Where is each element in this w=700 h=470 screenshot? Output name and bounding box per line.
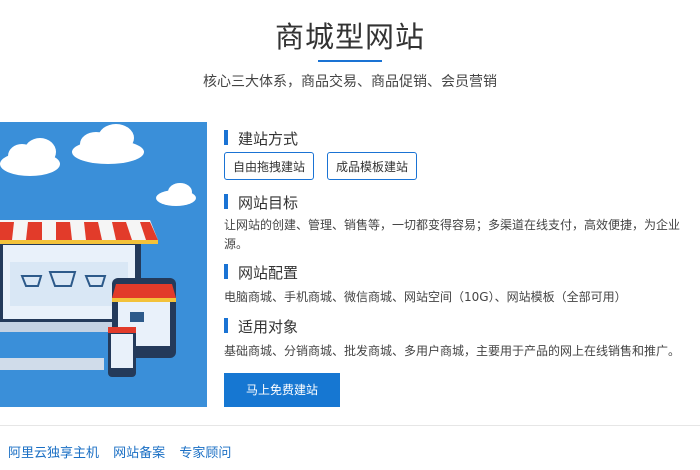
goal-text-line2: 源。 xyxy=(224,237,249,251)
footer-links: 阿里云独享主机 网站备案 专家顾问 xyxy=(8,442,241,461)
page-subtitle: 核心三大体系，商品交易、商品促销、会员营销 xyxy=(203,74,497,90)
config-text: 电脑商城、手机商城、微信商城、网站空间（10G）、网站模板（全部可用） xyxy=(224,290,627,304)
goal-text-line1: 让网站的创建、管理、销售等，一切都变得容易；多渠道在线支付，高效便捷，为企业 xyxy=(224,218,681,232)
section-heading-build-method: 建站方式 xyxy=(224,128,298,149)
page-title: 商城型网站 xyxy=(274,20,425,54)
option-drag-build-button[interactable]: 自由拖拽建站 xyxy=(224,152,315,180)
link-expert-advisor[interactable]: 专家顾问 xyxy=(179,446,231,461)
option-template-build-button[interactable]: 成品模板建站 xyxy=(327,152,418,180)
link-icp-filing[interactable]: 网站备案 xyxy=(113,446,165,461)
section-heading-config: 网站配置 xyxy=(224,262,298,283)
section-heading-audience: 适用对象 xyxy=(224,316,298,337)
link-dedicated-host[interactable]: 阿里云独享主机 xyxy=(8,446,99,461)
ecommerce-illustration xyxy=(0,122,207,407)
section-heading-goal: 网站目标 xyxy=(224,192,298,213)
title-underline xyxy=(318,60,382,62)
audience-text: 基础商城、分销商城、批发商城、多用户商城，主要用于产品的网上在线销售和推广。 xyxy=(224,344,681,358)
free-build-button[interactable]: 马上免费建站 xyxy=(224,373,340,407)
cloud-icon xyxy=(0,124,196,206)
footer-divider xyxy=(0,425,700,426)
